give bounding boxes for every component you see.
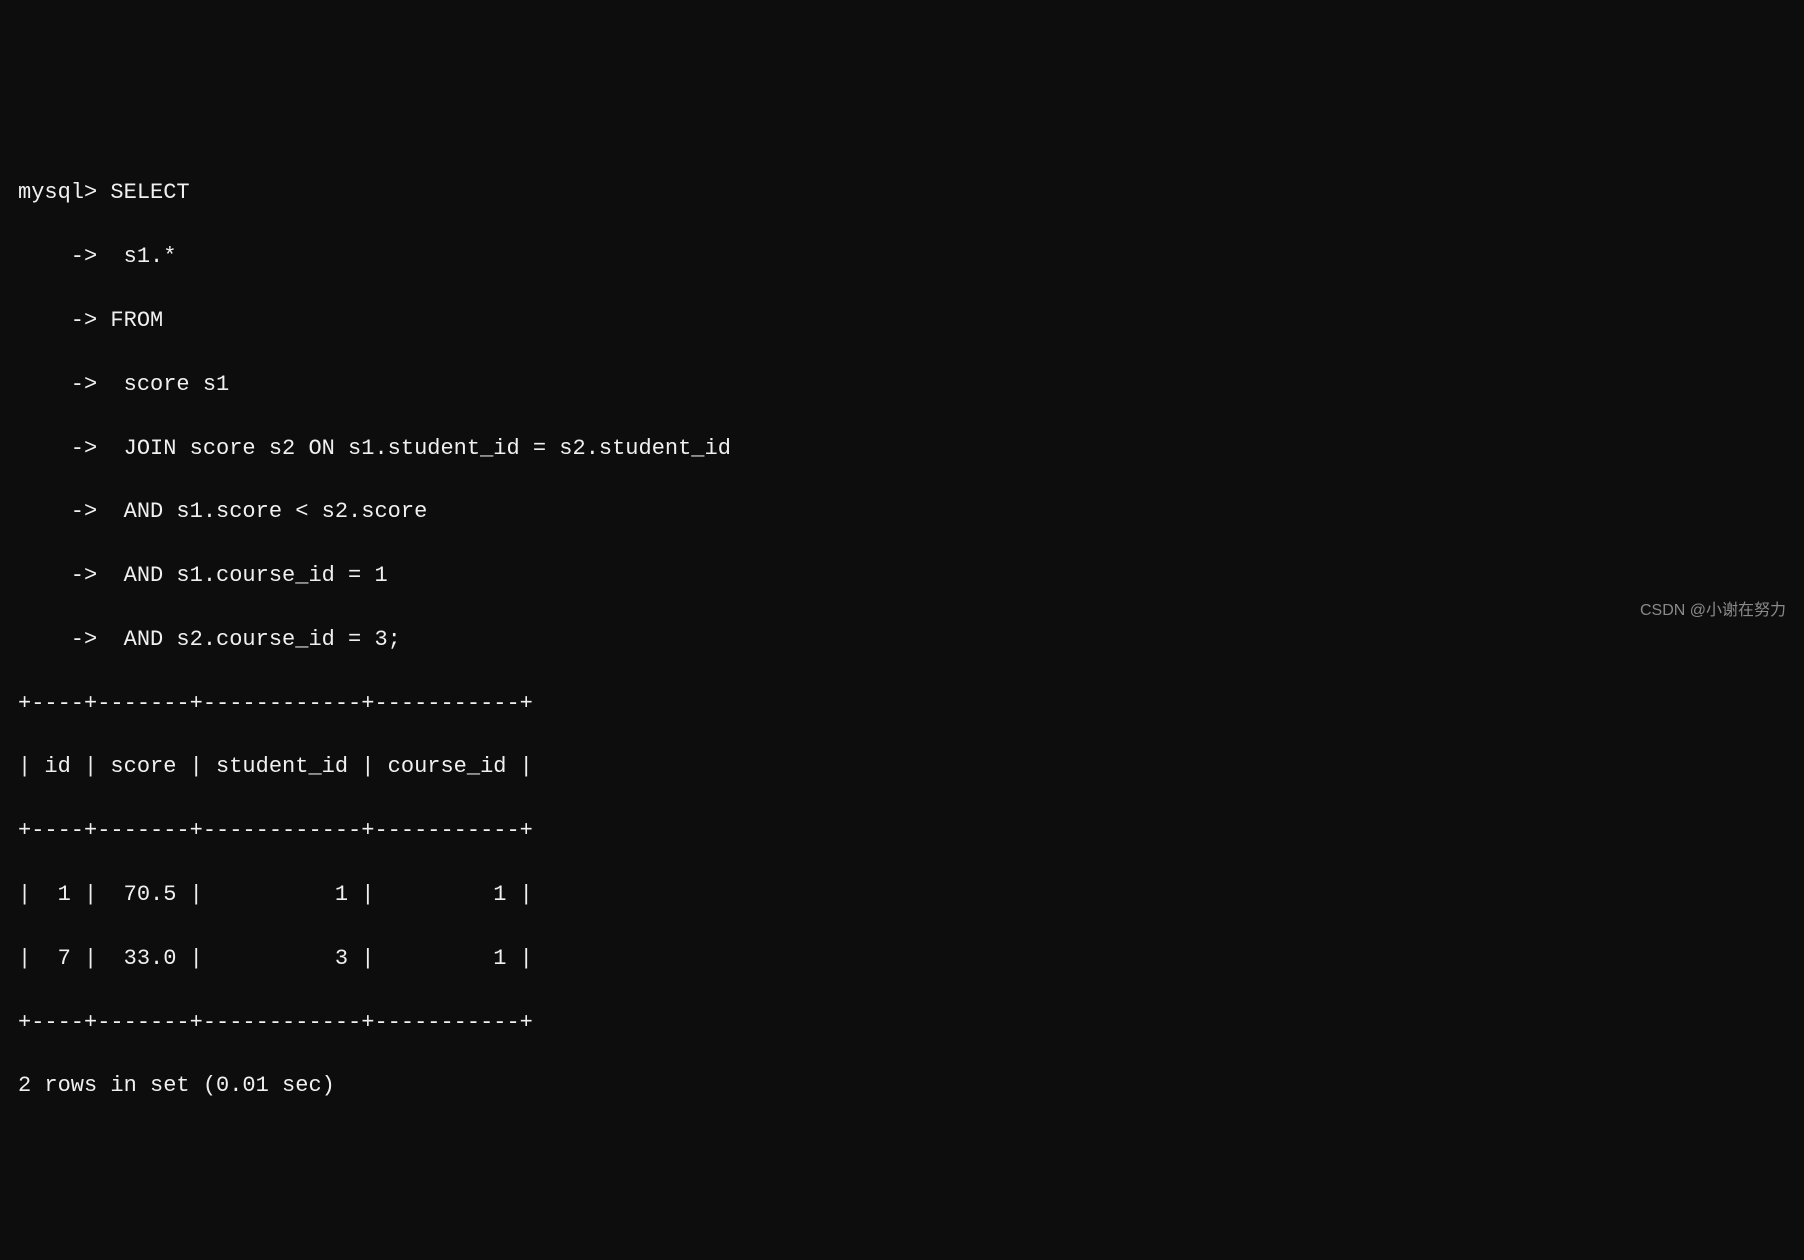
- query-line: -> AND s1.course_id = 1: [18, 560, 1804, 592]
- query-line: -> s1.*: [18, 241, 1804, 273]
- result-summary: 2 rows in set (0.01 sec): [18, 1070, 1804, 1102]
- table-border: +----+-------+------------+-----------+: [18, 815, 1804, 847]
- watermark: CSDN @小谢在努力: [1640, 599, 1786, 622]
- query-line: mysql> SELECT: [18, 177, 1804, 209]
- query-line: -> AND s1.score < s2.score: [18, 496, 1804, 528]
- table-row: | 7 | 33.0 | 3 | 1 |: [18, 943, 1804, 975]
- query-line: -> FROM: [18, 305, 1804, 337]
- table-border: +----+-------+------------+-----------+: [18, 1007, 1804, 1039]
- terminal-output: mysql> SELECT -> s1.* -> FROM -> score s…: [18, 146, 1804, 1135]
- query-line: -> JOIN score s2 ON s1.student_id = s2.s…: [18, 433, 1804, 465]
- query-line: -> AND s2.course_id = 3;: [18, 624, 1804, 656]
- table-header: | id | score | student_id | course_id |: [18, 751, 1804, 783]
- query-line: -> score s1: [18, 369, 1804, 401]
- table-border: +----+-------+------------+-----------+: [18, 688, 1804, 720]
- table-row: | 1 | 70.5 | 1 | 1 |: [18, 879, 1804, 911]
